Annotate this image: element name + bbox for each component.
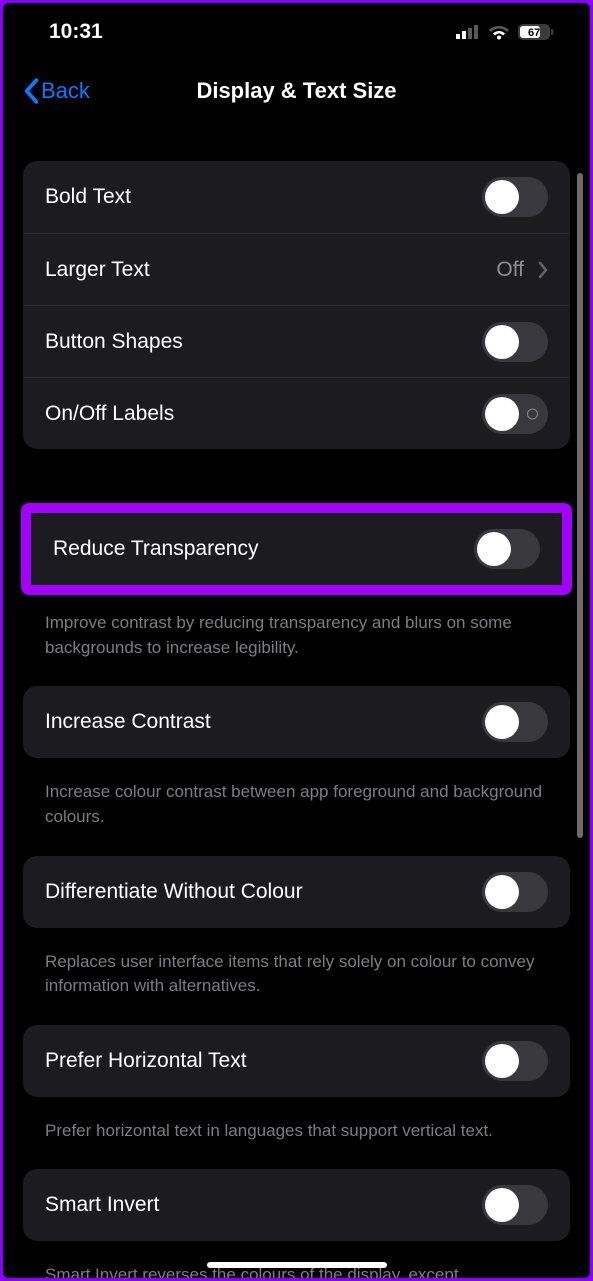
toggle-onoff-labels[interactable] bbox=[482, 394, 548, 434]
toggle-increase-contrast[interactable] bbox=[482, 702, 548, 742]
toggle-differentiate[interactable] bbox=[482, 872, 548, 912]
chevron-left-icon bbox=[23, 78, 39, 104]
toggle-reduce-transparency[interactable] bbox=[474, 529, 540, 569]
row-label: Bold Text bbox=[45, 185, 131, 209]
row-value: Off bbox=[496, 258, 524, 282]
row-increase-contrast[interactable]: Increase Contrast bbox=[23, 686, 570, 758]
svg-text:67: 67 bbox=[528, 27, 540, 39]
scrollbar[interactable] bbox=[577, 173, 583, 838]
row-label: Differentiate Without Colour bbox=[45, 880, 303, 904]
settings-group-differentiate: Differentiate Without Colour bbox=[23, 856, 570, 928]
row-button-shapes[interactable]: Button Shapes bbox=[23, 305, 570, 377]
row-differentiate[interactable]: Differentiate Without Colour bbox=[23, 856, 570, 928]
toggle-bold-text[interactable] bbox=[482, 177, 548, 217]
row-label: Smart Invert bbox=[45, 1193, 159, 1217]
settings-group-text: Bold Text Larger Text Off Button Shapes … bbox=[23, 161, 570, 449]
chevron-right-icon bbox=[538, 261, 548, 279]
footer-differentiate: Replaces user interface items that rely … bbox=[23, 940, 570, 1025]
page-title: Display & Text Size bbox=[3, 78, 590, 104]
row-label: Button Shapes bbox=[45, 330, 183, 354]
footer-prefer-horizontal: Prefer horizontal text in languages that… bbox=[23, 1109, 570, 1170]
row-reduce-transparency[interactable]: Reduce Transparency bbox=[31, 513, 562, 585]
back-label: Back bbox=[41, 78, 90, 104]
status-time: 10:31 bbox=[49, 20, 103, 44]
row-label: On/Off Labels bbox=[45, 402, 174, 426]
settings-scroll[interactable]: Bold Text Larger Text Off Button Shapes … bbox=[3, 121, 590, 1278]
back-button[interactable]: Back bbox=[23, 78, 90, 104]
home-indicator[interactable] bbox=[207, 1262, 387, 1268]
toggle-smart-invert[interactable] bbox=[482, 1185, 548, 1225]
footer-reduce-transparency: Improve contrast by reducing transparenc… bbox=[23, 601, 570, 686]
row-prefer-horizontal[interactable]: Prefer Horizontal Text bbox=[23, 1025, 570, 1097]
row-label: Increase Contrast bbox=[45, 710, 211, 734]
nav-bar: Back Display & Text Size bbox=[3, 61, 590, 121]
wifi-icon bbox=[488, 24, 510, 40]
row-label: Reduce Transparency bbox=[53, 537, 258, 561]
row-smart-invert[interactable]: Smart Invert bbox=[23, 1169, 570, 1241]
settings-group-smart-invert: Smart Invert bbox=[23, 1169, 570, 1241]
status-bar: 10:31 67 bbox=[3, 3, 590, 61]
cellular-signal-icon bbox=[456, 25, 480, 39]
footer-increase-contrast: Increase colour contrast between app for… bbox=[23, 770, 570, 855]
row-larger-text[interactable]: Larger Text Off bbox=[23, 233, 570, 305]
highlight-reduce-transparency: Reduce Transparency bbox=[21, 503, 572, 595]
row-onoff-labels[interactable]: On/Off Labels bbox=[23, 377, 570, 449]
row-label: Larger Text bbox=[45, 258, 150, 282]
battery-icon: 67 bbox=[518, 24, 554, 40]
settings-group-horizontal: Prefer Horizontal Text bbox=[23, 1025, 570, 1097]
settings-group-contrast: Increase Contrast bbox=[23, 686, 570, 758]
toggle-prefer-horizontal[interactable] bbox=[482, 1041, 548, 1081]
toggle-button-shapes[interactable] bbox=[482, 322, 548, 362]
row-bold-text[interactable]: Bold Text bbox=[23, 161, 570, 233]
row-label: Prefer Horizontal Text bbox=[45, 1049, 247, 1073]
